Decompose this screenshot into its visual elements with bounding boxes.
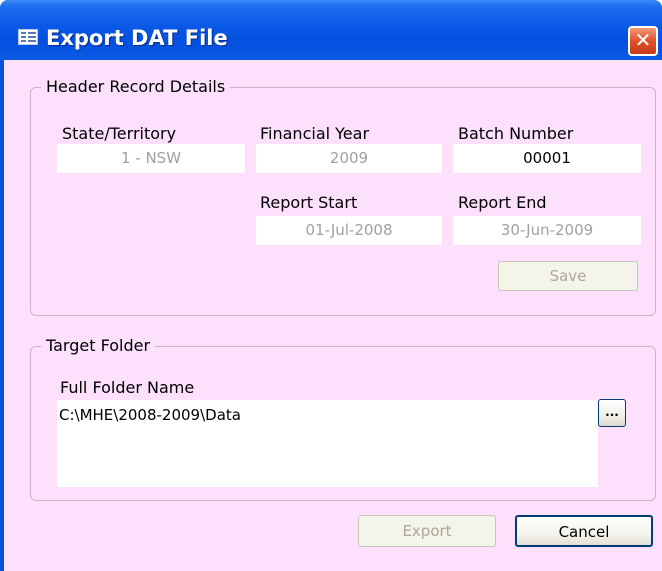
form-icon	[18, 29, 38, 45]
state-territory-label: State/Territory	[62, 124, 177, 143]
report-start-label: Report Start	[260, 193, 358, 212]
report-end-field[interactable]: 30-Jun-2009	[453, 216, 641, 245]
report-start-field[interactable]: 01-Jul-2008	[256, 216, 442, 245]
ellipsis-icon: ...	[605, 405, 619, 419]
title-bar[interactable]: Export DAT File ✕	[0, 0, 662, 60]
close-button[interactable]: ✕	[628, 26, 658, 56]
browse-folder-button[interactable]: ...	[598, 399, 626, 427]
target-folder-caption: Target Folder	[41, 336, 156, 356]
export-button[interactable]: Export	[358, 515, 496, 547]
export-dat-file-window: Export DAT File ✕ Header Record Details …	[0, 0, 662, 571]
state-territory-field[interactable]: 1 - NSW	[57, 144, 245, 173]
financial-year-field[interactable]: 2009	[256, 144, 442, 173]
full-folder-name-label: Full Folder Name	[60, 378, 195, 397]
batch-number-label: Batch Number	[458, 124, 574, 143]
dialog-body: Header Record Details State/Territory 1 …	[4, 60, 662, 571]
batch-number-field[interactable]: 00001	[453, 144, 641, 173]
cancel-button[interactable]: Cancel	[515, 515, 653, 547]
close-icon: ✕	[634, 28, 652, 52]
report-end-label: Report End	[458, 193, 547, 212]
save-button[interactable]: Save	[498, 261, 638, 291]
financial-year-label: Financial Year	[260, 124, 370, 143]
header-record-details-caption: Header Record Details	[41, 77, 231, 97]
full-folder-name-field[interactable]: C:\MHE\2008-2009\Data	[57, 400, 598, 487]
window-title: Export DAT File	[46, 26, 228, 50]
